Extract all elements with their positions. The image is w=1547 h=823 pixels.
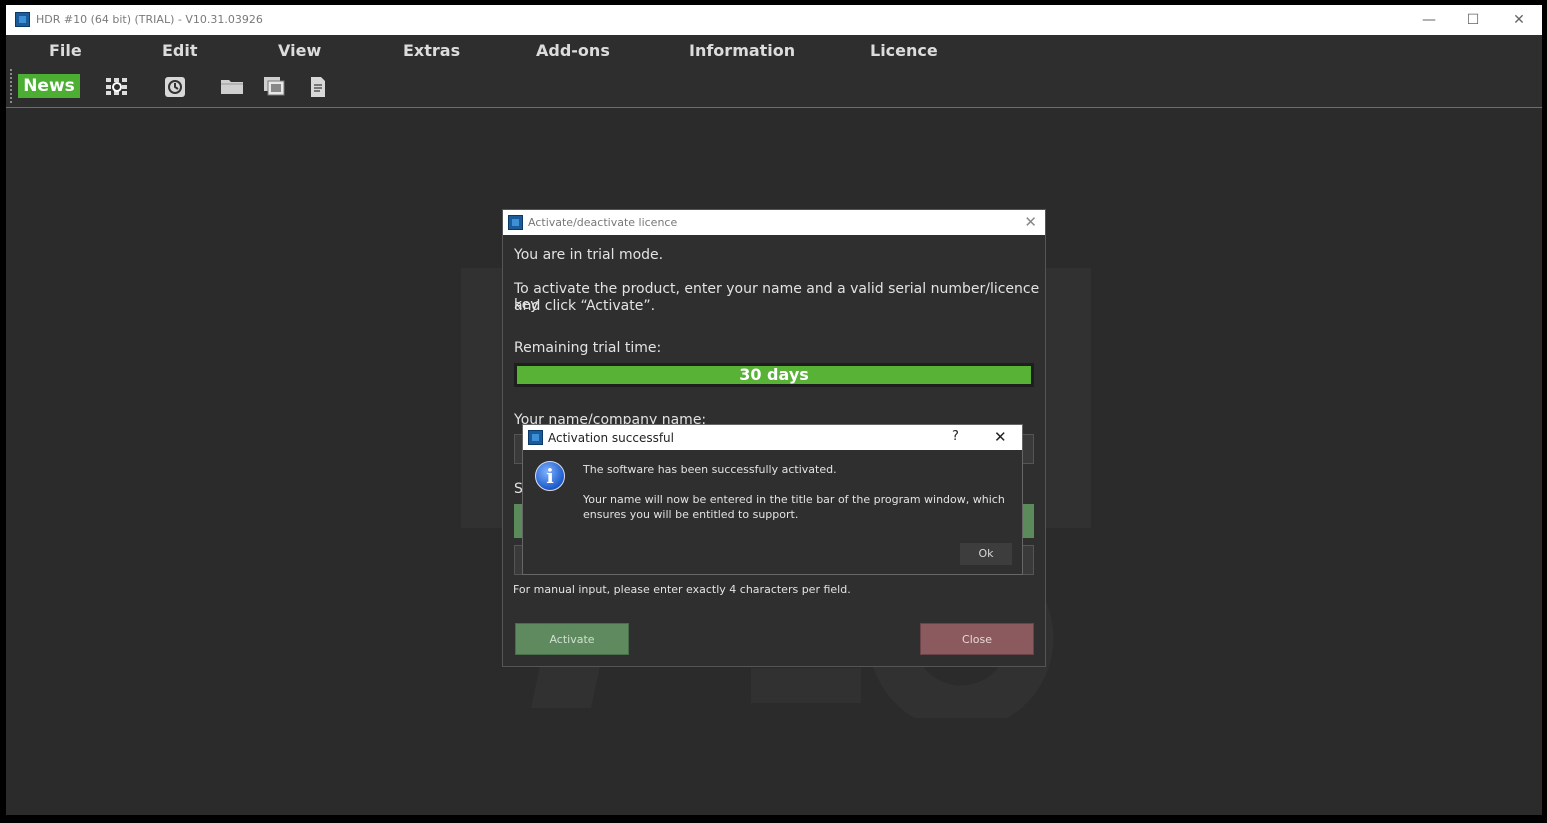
gallery-icon[interactable] <box>263 76 287 98</box>
app-logo-icon <box>508 215 523 230</box>
close-button[interactable]: Close <box>920 623 1034 655</box>
licence-dialog-title: Activate/deactivate licence <box>528 216 678 229</box>
activation-success-dialog: Activation successful ? ✕ i The software… <box>522 424 1023 575</box>
maximize-button[interactable]: ☐ <box>1453 8 1493 32</box>
window-close-button[interactable]: ✕ <box>1499 8 1539 32</box>
manual-input-hint: For manual input, please enter exactly 4… <box>513 583 851 596</box>
toolbar-grip[interactable] <box>10 69 12 103</box>
app-logo-icon <box>528 430 543 445</box>
activation-dialog-titlebar: Activation successful ? ✕ <box>523 425 1022 450</box>
activate-button[interactable]: Activate <box>515 623 629 655</box>
activation-message-line2: Your name will now be entered in the tit… <box>583 493 1005 506</box>
menu-extras[interactable]: Extras <box>403 41 460 60</box>
window-title: HDR #10 (64 bit) (TRIAL) - V10.31.03926 <box>36 13 263 26</box>
activation-dialog-title: Activation successful <box>548 431 674 445</box>
menu-add-ons[interactable]: Add-ons <box>536 41 610 60</box>
remaining-trial-label: Remaining trial time: <box>514 340 662 356</box>
trial-mode-text: You are in trial mode. <box>514 247 664 263</box>
licence-dialog-close-icon[interactable]: ✕ <box>1024 213 1037 231</box>
activation-message-line1: The software has been successfully activ… <box>583 463 837 476</box>
menu-bar: File Edit View Extras Add-ons Informatio… <box>6 35 1542 65</box>
toolbar: News <box>6 65 1542 108</box>
history-icon[interactable] <box>163 76 187 98</box>
trial-progress-bar: 30 days <box>514 363 1034 387</box>
menu-licence[interactable]: Licence <box>870 41 938 60</box>
menu-file[interactable]: File <box>49 41 82 60</box>
menu-edit[interactable]: Edit <box>162 41 198 60</box>
licence-dialog-titlebar: Activate/deactivate licence ✕ <box>503 210 1045 235</box>
app-logo-icon <box>15 12 30 27</box>
help-icon[interactable]: ? <box>952 429 959 444</box>
trial-progress-label: 30 days <box>739 365 809 384</box>
ok-button[interactable]: Ok <box>960 543 1012 565</box>
activation-dialog-close-icon[interactable]: ✕ <box>994 428 1007 446</box>
minimize-button[interactable]: — <box>1409 8 1449 32</box>
activation-message-line3: ensures you will be entitled to support. <box>583 508 799 521</box>
title-bar: HDR #10 (64 bit) (TRIAL) - V10.31.03926 … <box>6 5 1542 35</box>
document-icon[interactable] <box>306 76 330 98</box>
batch-icon[interactable] <box>105 76 129 98</box>
info-icon: i <box>535 461 565 491</box>
instruction-line-2: and click “Activate”. <box>514 298 656 314</box>
menu-information[interactable]: Information <box>689 41 795 60</box>
news-button[interactable]: News <box>18 74 80 98</box>
folder-icon[interactable] <box>220 76 244 98</box>
menu-view[interactable]: View <box>278 41 321 60</box>
